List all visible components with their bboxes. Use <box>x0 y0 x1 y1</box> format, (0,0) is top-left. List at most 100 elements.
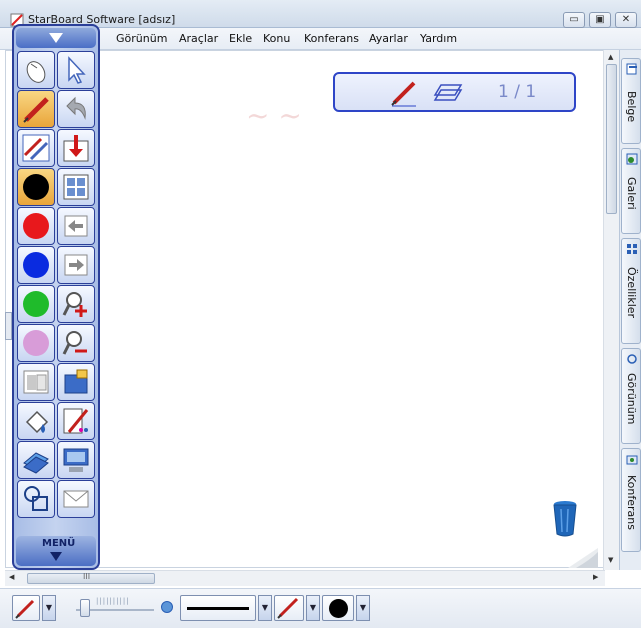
horizontal-scrollbar[interactable]: ◀ III ▶ <box>5 570 605 586</box>
pen-tool-button[interactable] <box>17 90 55 128</box>
layout-icon <box>63 174 89 200</box>
trash-icon[interactable] <box>551 498 579 538</box>
multi-pen-tool-button[interactable] <box>17 129 55 167</box>
mail-button[interactable] <box>57 480 95 518</box>
pen-color-button[interactable] <box>274 595 304 621</box>
slider-thumb[interactable] <box>80 599 90 617</box>
properties-icon <box>627 244 637 254</box>
fill-tool-button[interactable] <box>17 402 55 440</box>
tab-gorunum-label: Görünüm <box>625 373 638 425</box>
scroll-left-arrow-icon[interactable]: ◀ <box>9 573 14 581</box>
tools-button[interactable] <box>57 363 95 401</box>
shapes-icon <box>23 452 49 474</box>
next-page-button[interactable] <box>57 246 95 284</box>
toolbox-menu-button[interactable]: MENÜ <box>16 536 96 566</box>
thumb-grip: III <box>83 572 91 581</box>
edit-button[interactable] <box>57 402 95 440</box>
previous-page-button[interactable] <box>57 207 95 245</box>
objects-tool-button[interactable] <box>17 480 55 518</box>
line-width-slider[interactable]: |||||||||| <box>76 597 154 617</box>
toolbox-panel: MENÜ <box>12 24 100 570</box>
undo-button[interactable] <box>57 90 95 128</box>
toolbox-collapse-button[interactable] <box>16 28 96 48</box>
zoom-out-button[interactable] <box>57 324 95 362</box>
zoom-in-button[interactable] <box>57 285 95 323</box>
color-black-swatch <box>23 174 49 200</box>
objects-icon <box>24 486 48 511</box>
tab-gorunum[interactable]: Görünüm <box>621 348 641 444</box>
screen-button[interactable] <box>57 441 95 479</box>
zoom-out-icon <box>62 331 87 355</box>
fill-color-dropdown[interactable]: ▼ <box>356 595 370 621</box>
line-style-button[interactable] <box>180 595 256 621</box>
color-pink-button[interactable] <box>17 324 55 362</box>
layout-button[interactable] <box>57 168 95 206</box>
next-page-icon <box>64 254 88 276</box>
mouse-icon <box>26 61 46 83</box>
menu-arrow-icon <box>50 552 62 561</box>
zoom-in-icon <box>62 292 87 317</box>
bottom-toolbar: ▼ |||||||||| ▼ ▼ ▼ <box>0 588 641 628</box>
page-indicator[interactable]: 1 / 1 <box>333 72 576 112</box>
color-black-button[interactable] <box>17 168 55 206</box>
maximize-button[interactable]: ▣ <box>589 12 611 28</box>
previous-page-icon <box>64 215 88 237</box>
tab-ozellikler-label: Özellikler <box>625 267 638 319</box>
side-tab-panel: Belge Galeri Özellikler Görünüm Konferan… <box>619 50 641 570</box>
menu-yardim[interactable]: Yardım <box>420 32 457 45</box>
scroll-down-arrow-icon[interactable]: ▼ <box>608 556 613 564</box>
pointer-tool-button[interactable] <box>57 51 95 89</box>
page-icon <box>433 84 463 101</box>
minimize-button[interactable]: ▭ <box>563 12 585 28</box>
screen-icon <box>63 448 89 472</box>
pen-icon <box>277 597 299 619</box>
toolbox-menu-label: MENÜ <box>42 538 76 549</box>
vertical-scroll-thumb[interactable] <box>606 64 617 214</box>
pen-style-dropdown[interactable]: ▼ <box>42 595 56 621</box>
color-green-button[interactable] <box>17 285 55 323</box>
menu-konferans[interactable]: Konferans <box>304 32 359 45</box>
color-blue-button[interactable] <box>17 246 55 284</box>
line-style-dropdown[interactable]: ▼ <box>258 595 272 621</box>
menu-araclar[interactable]: Araçlar <box>179 32 218 45</box>
tab-galeri[interactable]: Galeri <box>621 148 641 234</box>
horizontal-scroll-thumb[interactable]: III <box>27 572 155 584</box>
page-curl-icon[interactable] <box>568 548 598 568</box>
title-bar: StarBoard Software [adsız] ▭ ▣ ✕ <box>0 0 641 28</box>
pen-icon <box>15 599 35 619</box>
pen-icon <box>23 97 49 123</box>
view-icon <box>627 354 637 364</box>
tab-belge[interactable]: Belge <box>621 58 641 144</box>
scroll-right-arrow-icon[interactable]: ▶ <box>593 573 598 581</box>
color-red-button[interactable] <box>17 207 55 245</box>
eraser-tool-button[interactable] <box>17 363 55 401</box>
tab-konferans[interactable]: Konferans <box>621 448 641 552</box>
tab-ozellikler[interactable]: Özellikler <box>621 238 641 344</box>
tab-konferans-label: Konferans <box>625 475 638 530</box>
conference-icon <box>626 455 638 465</box>
tab-galeri-label: Galeri <box>625 177 638 210</box>
page-counter: 1 / 1 <box>498 82 537 102</box>
scroll-up-arrow-icon[interactable]: ▲ <box>608 53 613 61</box>
pen-color-dropdown[interactable]: ▼ <box>306 595 320 621</box>
faded-background-scribble: ~ ~ <box>246 99 302 132</box>
undo-icon <box>66 96 86 120</box>
mouse-tool-button[interactable] <box>17 51 55 89</box>
fill-icon <box>25 410 49 434</box>
tab-belge-label: Belge <box>625 91 638 123</box>
shapes-tool-button[interactable] <box>17 441 55 479</box>
pen-style-button[interactable] <box>12 595 40 621</box>
vertical-scrollbar[interactable]: ▲ ▼ <box>603 50 619 570</box>
fill-color-swatch <box>329 599 348 618</box>
fill-color-button[interactable] <box>322 595 354 621</box>
close-button[interactable]: ✕ <box>615 12 637 28</box>
color-pink-swatch <box>23 330 49 356</box>
document-icon <box>626 63 637 75</box>
menu-konu[interactable]: Konu <box>263 32 290 45</box>
line-width-preview-icon <box>161 601 173 613</box>
menu-ekle[interactable]: Ekle <box>229 32 252 45</box>
menu-gorunum[interactable]: Görünüm <box>116 32 167 45</box>
menu-ayarlar[interactable]: Ayarlar <box>369 32 408 45</box>
toolbox-drag-handle[interactable] <box>5 312 12 340</box>
import-button[interactable] <box>57 129 95 167</box>
